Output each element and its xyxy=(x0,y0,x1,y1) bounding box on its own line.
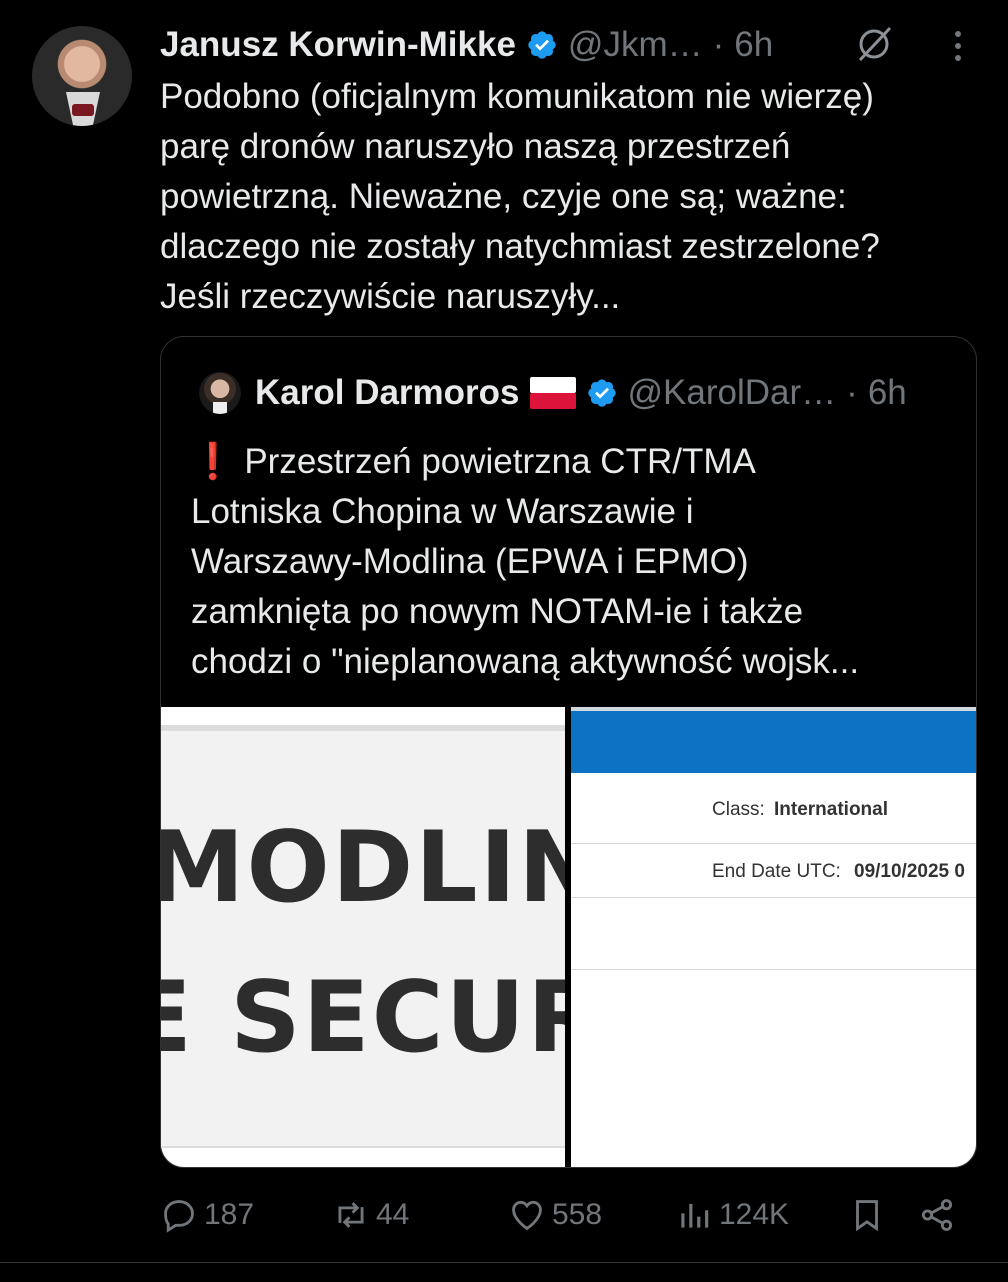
author-avatar[interactable] xyxy=(32,26,132,126)
grok-icon[interactable] xyxy=(852,22,896,66)
bookmark-icon xyxy=(856,1200,878,1232)
more-options-icon[interactable] xyxy=(944,26,972,66)
quote-separator-dot: · xyxy=(846,373,858,412)
quote-author-handle[interactable]: @KarolDar… xyxy=(628,373,837,413)
heart-icon xyxy=(512,1200,542,1231)
image-header-bar xyxy=(571,711,976,773)
tweet: Janusz Korwin-Mikke @Jkm… · 6h Podobno (… xyxy=(0,0,1008,1282)
quote-text-body: Przestrzeń powietrzna CTR/TMA Lotniska C… xyxy=(191,442,860,681)
like-button[interactable]: 558 xyxy=(508,1190,602,1240)
image-row-end-date: End Date UTC: 09/10/2025 0 xyxy=(571,843,976,898)
quote-media-image-left[interactable]: MODLIN E SECUR xyxy=(161,707,565,1167)
repost-button[interactable]: 44 xyxy=(332,1190,409,1240)
reply-button[interactable]: 187 xyxy=(160,1190,254,1240)
bookmark-button[interactable] xyxy=(848,1190,886,1240)
quoted-tweet[interactable]: Karol Darmoros @KarolDar… · 6h ❗ Przestr… xyxy=(160,336,977,1168)
class-label: Class: xyxy=(712,799,765,820)
share-icon xyxy=(921,1199,953,1231)
tweet-divider xyxy=(0,1262,1008,1263)
repost-icon xyxy=(338,1202,364,1228)
quote-time[interactable]: 6h xyxy=(868,373,907,413)
quote-author-name[interactable]: Karol Darmoros xyxy=(255,373,520,413)
reply-icon xyxy=(164,1200,194,1233)
end-date-label: End Date UTC: xyxy=(712,861,841,882)
exclamation-icon: ❗ xyxy=(191,442,235,481)
like-count: 558 xyxy=(552,1198,603,1231)
quote-text: ❗ Przestrzeń powietrzna CTR/TMA Lotniska… xyxy=(191,437,961,687)
reply-count: 187 xyxy=(204,1198,255,1231)
end-date-value: 09/10/2025 0 xyxy=(854,861,965,882)
views-count: 124K xyxy=(719,1198,790,1231)
image-text-line-1: MODLIN xyxy=(161,811,565,925)
views-button[interactable]: 124K xyxy=(675,1190,789,1240)
quote-media-image-right[interactable]: Class: International End Date UTC: 09/10… xyxy=(571,707,976,1167)
class-value: International xyxy=(774,799,889,820)
quote-author-avatar[interactable] xyxy=(199,372,241,414)
quote-verified-badge-icon xyxy=(587,379,616,407)
poland-flag-icon xyxy=(529,377,576,409)
image-row-class: Class: International xyxy=(571,773,976,844)
tweet-text: Podobno (oficjalnym komunikatom nie wier… xyxy=(160,77,880,316)
author-handle[interactable]: @Jkm… xyxy=(568,25,703,65)
verified-badge-icon xyxy=(528,31,556,59)
tweet-time[interactable]: 6h xyxy=(734,25,773,65)
tweet-actions: 187 44 558 124K xyxy=(160,1190,960,1240)
image-row-empty xyxy=(571,897,976,970)
separator-dot: · xyxy=(712,25,725,64)
repost-count: 44 xyxy=(376,1198,410,1231)
views-chart-icon xyxy=(681,1203,709,1228)
share-button[interactable] xyxy=(918,1190,956,1240)
quote-header: Karol Darmoros @KarolDar… · 6h xyxy=(255,371,907,415)
image-text-line-2: E SECUR xyxy=(161,961,565,1075)
tweet-header: Janusz Korwin-Mikke @Jkm… · 6h xyxy=(160,22,773,68)
author-name[interactable]: Janusz Korwin-Mikke xyxy=(160,25,516,65)
